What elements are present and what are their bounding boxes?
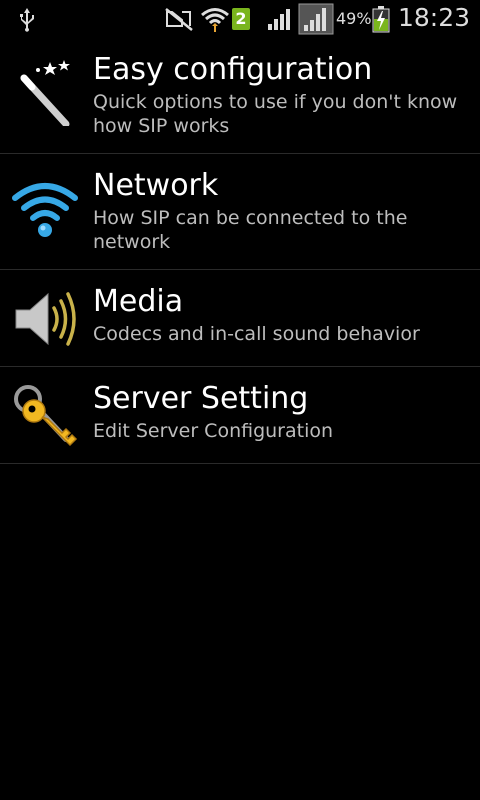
settings-menu-list: Easy configuration Quick options to use …	[0, 38, 480, 464]
signal-strength-icon	[268, 9, 290, 30]
menu-item-title: Media	[93, 284, 184, 319]
menu-item-title: Network	[93, 168, 219, 203]
menu-item-subtitle: Codecs and in-call sound behavior	[93, 323, 420, 345]
menu-item-server-setting[interactable]: Server Setting Edit Server Configuration	[0, 367, 480, 464]
sim-badge: 2	[232, 8, 250, 30]
usb-icon	[20, 8, 34, 32]
menu-item-media[interactable]: Media Codecs and in-call sound behavior	[0, 270, 480, 367]
speaker-icon	[15, 292, 76, 346]
signal-strength-secondary-icon	[298, 3, 334, 35]
menu-item-title: Easy configuration	[93, 52, 373, 87]
menu-item-subtitle: Edit Server Configuration	[93, 420, 334, 442]
battery-percent: 49%	[336, 9, 372, 28]
wifi-icon	[12, 183, 78, 237]
menu-item-easy-configuration[interactable]: Easy configuration Quick options to use …	[0, 38, 480, 154]
status-bar: 2 49% 18:23	[0, 0, 480, 38]
battery-charging-icon	[372, 6, 390, 33]
mute-icon	[165, 8, 193, 31]
menu-item-subtitle: Quick options to use if you don't know h…	[93, 91, 458, 137]
magic-wand-icon	[20, 60, 70, 126]
menu-item-network[interactable]: Network How SIP can be connected to the …	[0, 154, 480, 270]
clock: 18:23	[398, 3, 471, 32]
wifi-status-icon	[201, 8, 229, 32]
menu-item-title: Server Setting	[93, 381, 309, 416]
menu-item-subtitle: How SIP can be connected to the network	[93, 207, 408, 253]
keys-icon	[14, 385, 78, 447]
